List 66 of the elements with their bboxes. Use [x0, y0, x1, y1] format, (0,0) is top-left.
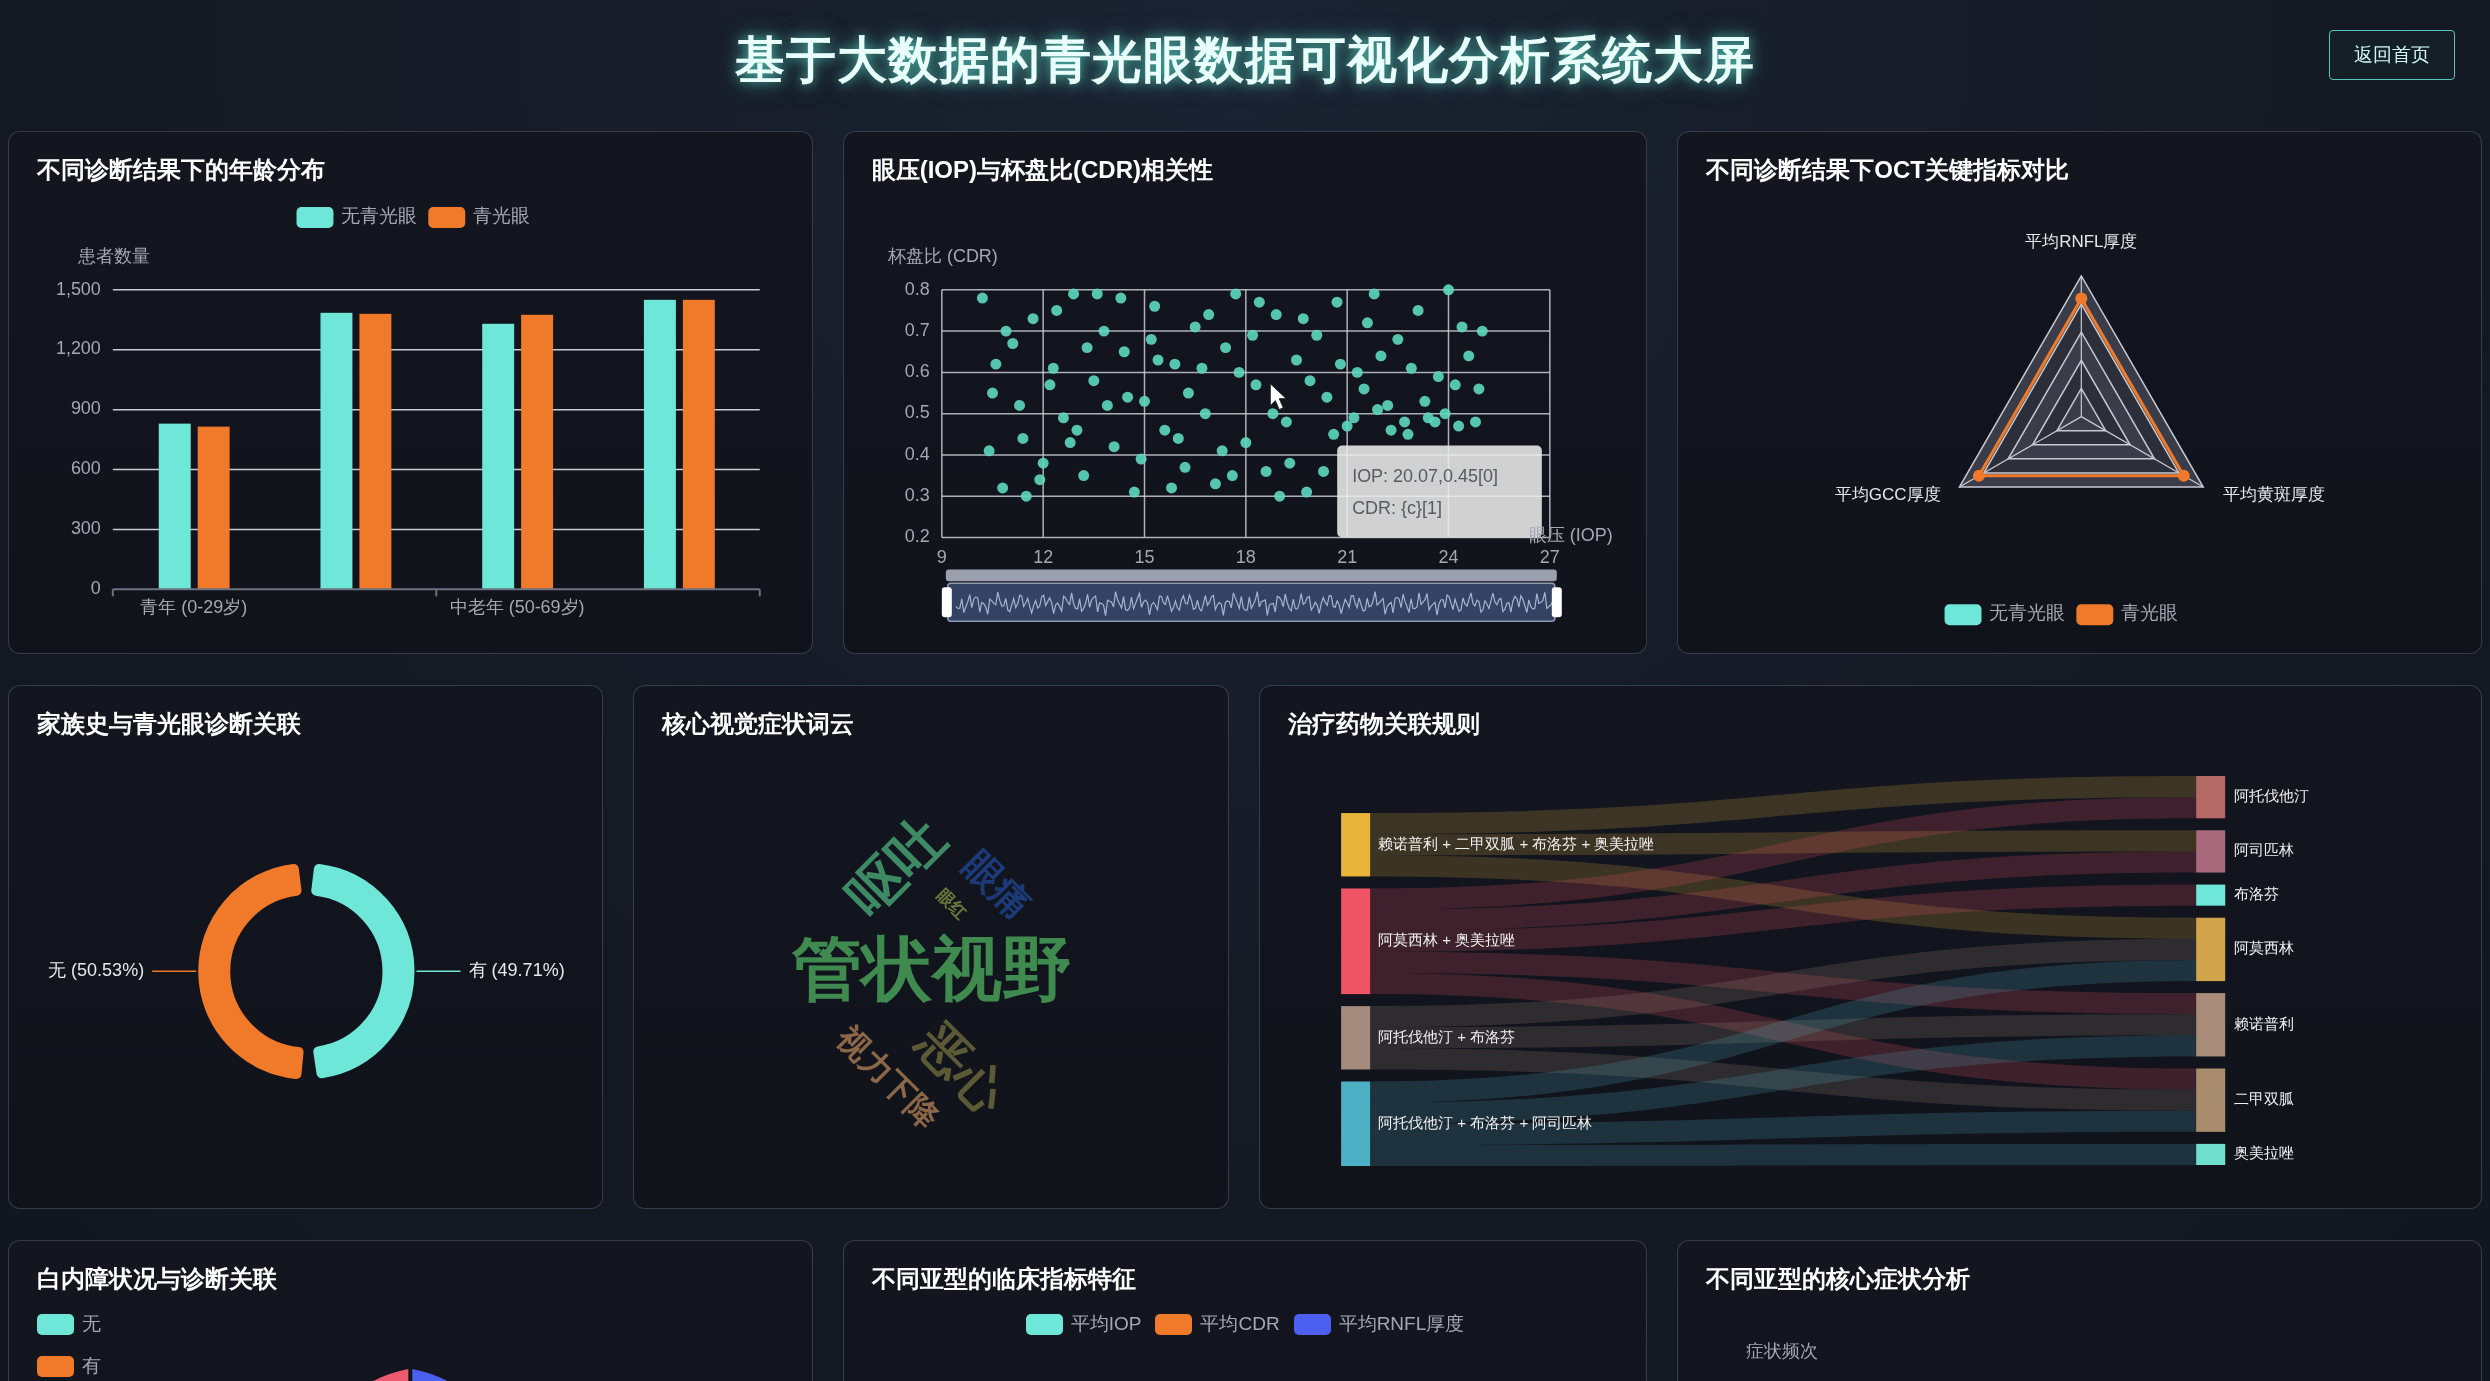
- axis-label: 0.3: [904, 484, 930, 505]
- dashboard-title: 基于大数据的青光眼数据可视化分析系统大屏: [735, 31, 1755, 90]
- node-label: 阿司匹林: [2234, 841, 2295, 859]
- card-title: 家族史与青光眼诊断关联: [36, 709, 302, 739]
- node-label: 阿托伐他汀: [2234, 787, 2310, 805]
- back-button[interactable]: 返回首页: [2329, 30, 2455, 80]
- axis-label: 平均RNFL厚度: [2025, 232, 2138, 252]
- node-label: 阿莫西林: [2234, 939, 2295, 957]
- legend-label: 平均RNFL厚度: [1338, 1312, 1465, 1336]
- axis-label: 12: [1032, 547, 1053, 568]
- cloud-word: 眼红: [933, 885, 971, 924]
- axis-title: 眼压 (IOP): [1528, 525, 1613, 546]
- legend-label: 青光眼: [473, 205, 531, 226]
- axis-label: 9: [936, 547, 947, 568]
- axis-label: 平均黄斑厚度: [2223, 485, 2326, 504]
- axis-label: 1,200: [55, 338, 101, 359]
- axis-label: 0.5: [904, 402, 930, 423]
- legend-label: 无青光眼: [1989, 602, 2066, 624]
- axis-label: 0.8: [904, 278, 930, 299]
- axis-label: 0.4: [904, 443, 930, 464]
- node-label: 二甲双胍: [2234, 1090, 2295, 1108]
- card-title: 不同亚型的临床指标特征: [870, 1264, 1137, 1294]
- axis-label: 平均GCC厚度: [1835, 485, 1941, 504]
- card-title: 核心视觉症状词云: [660, 709, 855, 739]
- axis-label: 18: [1235, 547, 1256, 568]
- node-label: 阿托伐他汀 + 布洛芬: [1378, 1027, 1516, 1045]
- legend-label: 青光眼: [2121, 602, 2179, 624]
- node-label: 赖诺普利 + 二甲双胍 + 布洛芬 + 奥美拉唑: [1378, 834, 1655, 852]
- card-title: 不同诊断结果下OCT关键指标对比: [1704, 155, 2070, 185]
- axis-label: 24: [1438, 547, 1459, 568]
- axis-label: 27: [1539, 547, 1560, 568]
- tooltip-text: IOP: 20.07,0.45[0]: [1351, 466, 1498, 487]
- axis-label: 15: [1134, 547, 1155, 568]
- node-label: 奥美拉唑: [2234, 1144, 2295, 1162]
- axis-label: 600: [70, 458, 101, 479]
- axis-title: 症状频次: [1745, 1340, 1820, 1363]
- axis-title: 杯盘比 (CDR): [887, 245, 998, 266]
- node-label: 阿莫西林 + 奥美拉唑: [1378, 931, 1516, 949]
- legend-label: 平均CDR: [1200, 1312, 1280, 1336]
- axis-label: 900: [70, 398, 101, 419]
- legend-label: 有: [82, 1354, 101, 1378]
- node-label: 阿托伐他汀 + 布洛芬 + 阿司匹林: [1378, 1113, 1593, 1131]
- axis-label: 青年 (0-29岁): [140, 597, 248, 618]
- axis-label: 0.6: [904, 361, 930, 382]
- node-label: 布洛芬: [2234, 885, 2280, 903]
- axis-title: 患者数量: [77, 245, 150, 266]
- node-label: 赖诺普利: [2234, 1014, 2295, 1032]
- axis-label: 21: [1336, 547, 1357, 568]
- card-title: 眼压(IOP)与杯盘比(CDR)相关性: [870, 155, 1214, 185]
- slice-label: 无 (50.53%): [48, 960, 145, 981]
- legend-label: 平均IOP: [1070, 1312, 1142, 1336]
- slice-label: 有 (49.71%): [468, 960, 565, 981]
- axis-label: 中老年 (50-69岁): [449, 597, 585, 618]
- tooltip-text: CDR: {c}[1]: [1351, 498, 1442, 519]
- axis-label: 0.2: [904, 526, 930, 547]
- axis-label: 300: [70, 518, 101, 539]
- cloud-word: 管状视野: [792, 929, 1073, 1008]
- axis-label: 1,500: [55, 278, 101, 299]
- legend-label: 无: [82, 1312, 101, 1336]
- card-title: 白内障状况与诊断关联: [36, 1264, 278, 1294]
- legend-label: 无青光眼: [341, 205, 418, 226]
- card-title: 不同亚型的核心症状分析: [1704, 1264, 1972, 1294]
- axis-label: 0.7: [904, 319, 930, 340]
- card-title: 治疗药物关联规则: [1287, 709, 1482, 739]
- axis-label: 0: [90, 578, 101, 599]
- card-title: 不同诊断结果下的年龄分布: [35, 155, 326, 185]
